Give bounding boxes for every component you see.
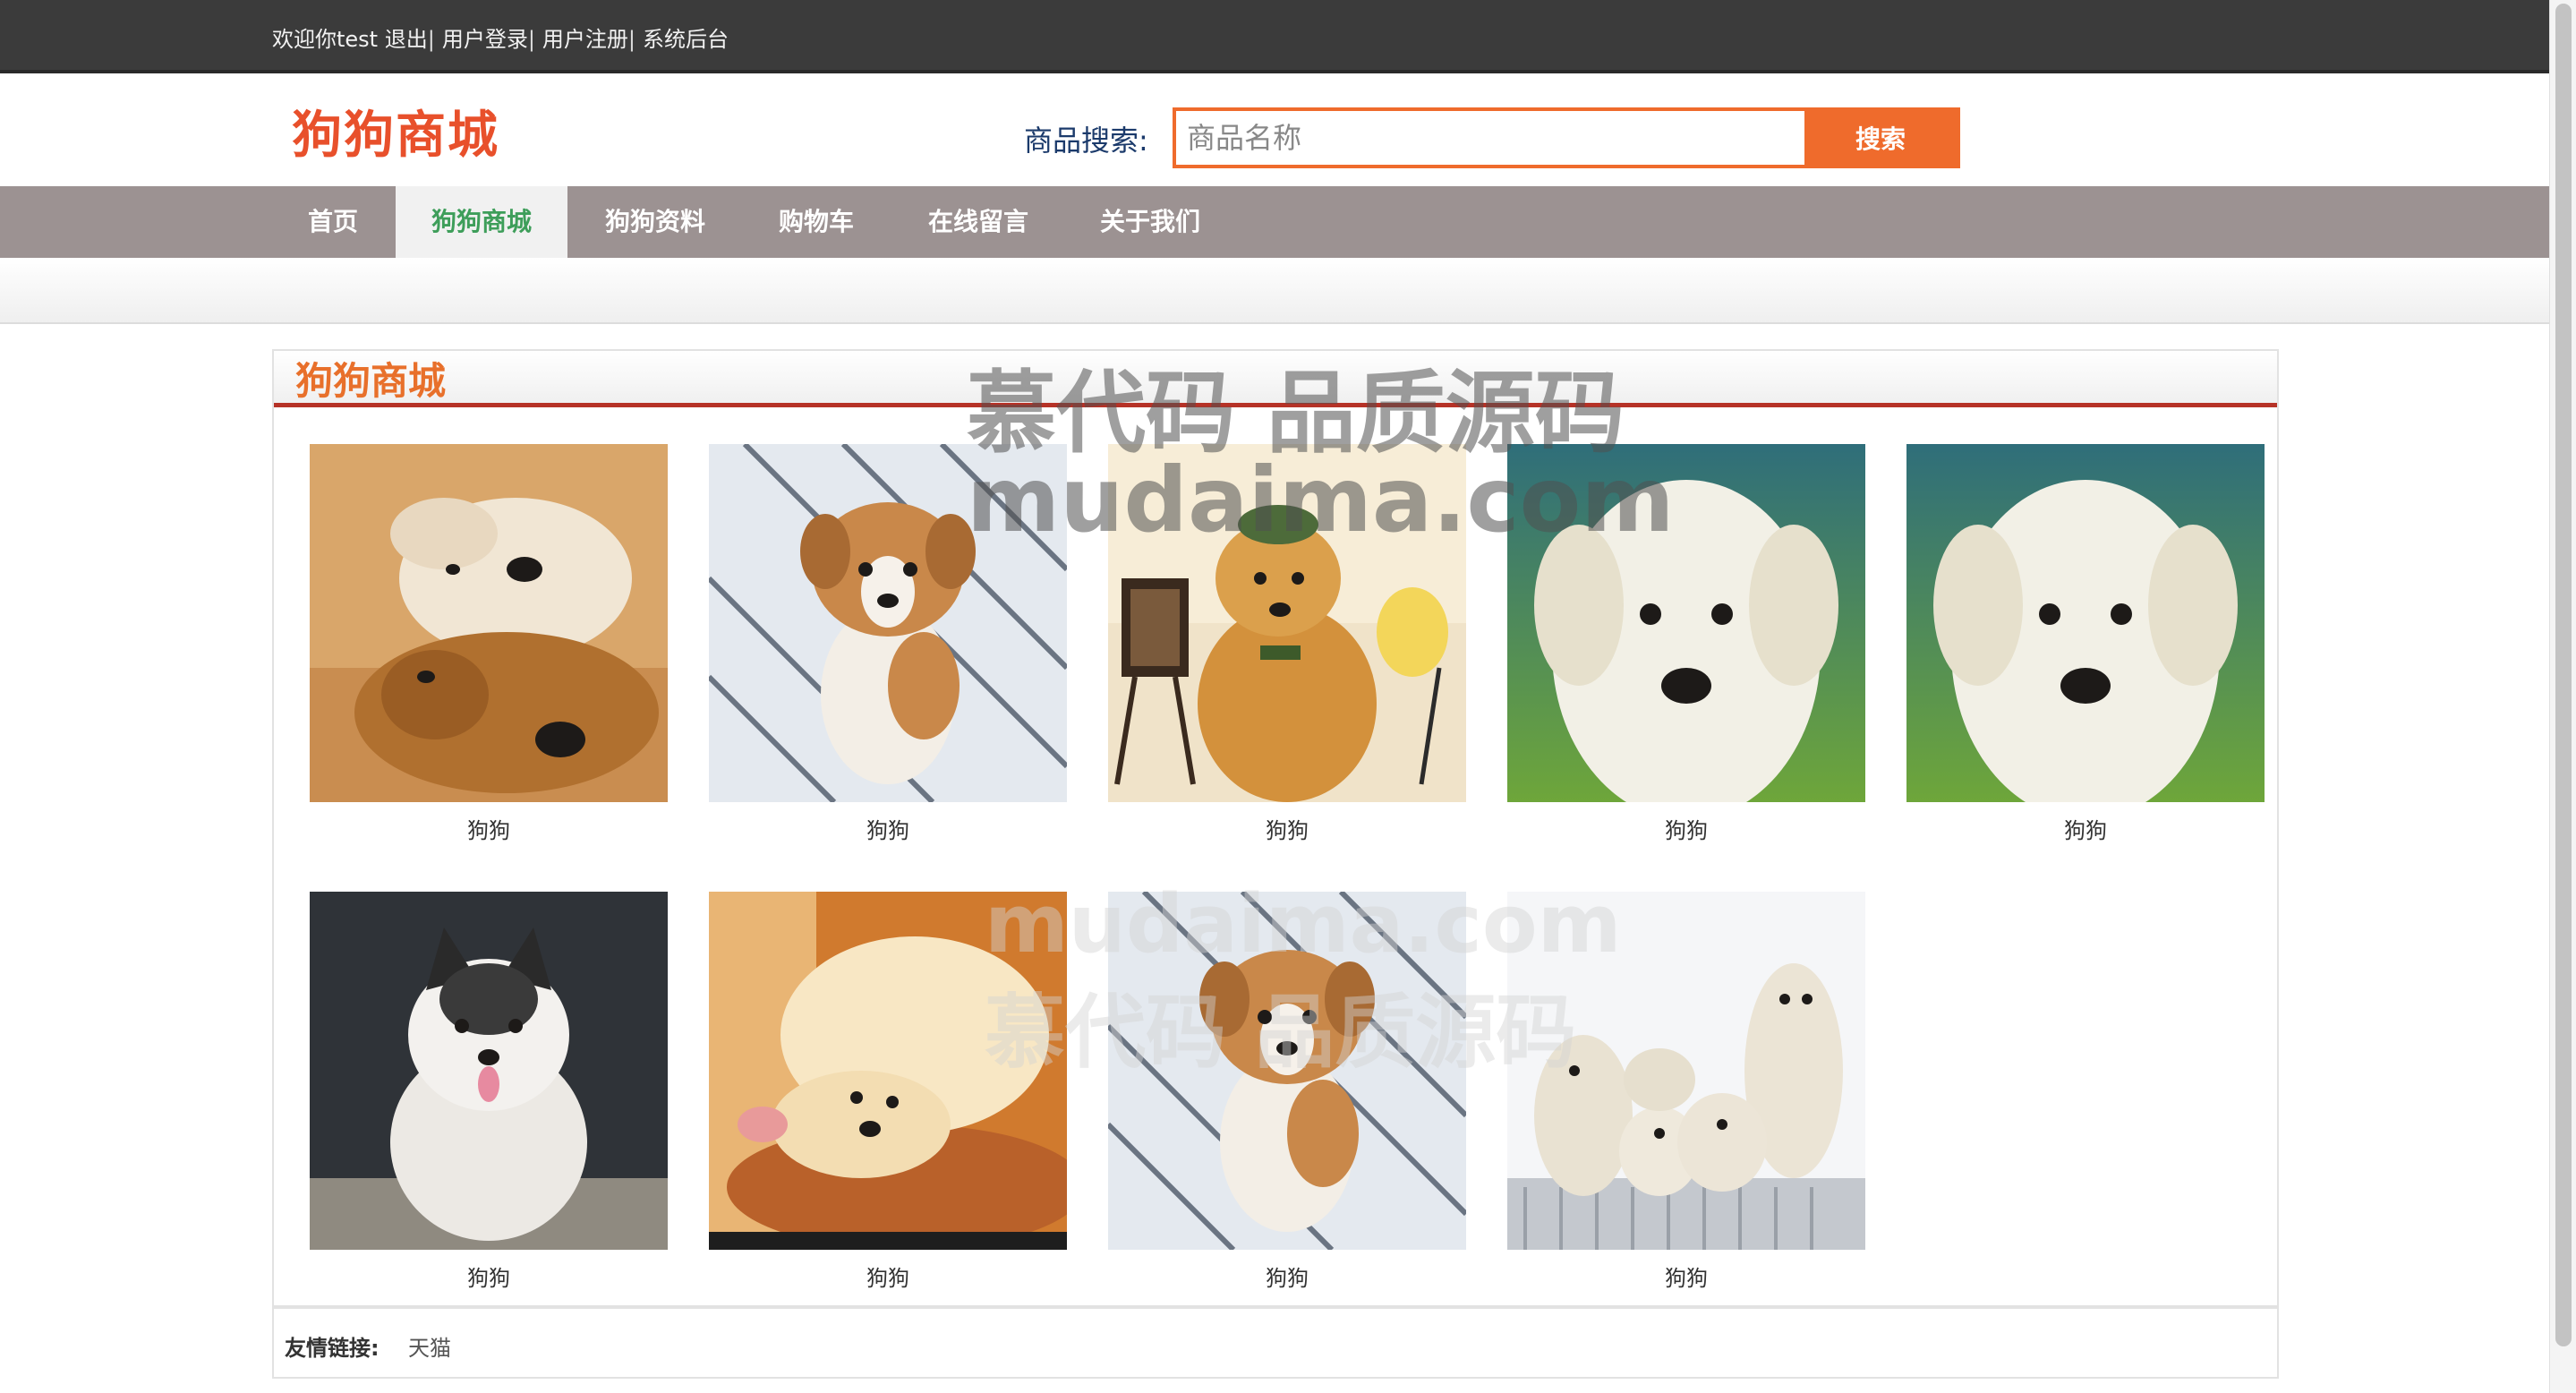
nav-item-home[interactable]: 首页 [290, 186, 376, 258]
scrollbar-thumb[interactable] [2555, 4, 2572, 1346]
product-section: 狗狗商城 狗狗 狗狗 狗狗 狗狗 狗狗 狗狗 狗狗 狗狗 狗狗 [272, 349, 2279, 1307]
separator: | [527, 27, 535, 52]
page-scrollbar[interactable] [2549, 0, 2576, 1393]
product-name[interactable]: 狗狗 [709, 1261, 1067, 1292]
product-image[interactable] [1906, 444, 2265, 802]
product-name[interactable]: 狗狗 [1906, 813, 2265, 844]
section-header: 狗狗商城 [274, 351, 2277, 407]
product-image[interactable] [1507, 892, 1865, 1250]
product-name[interactable]: 狗狗 [1507, 813, 1865, 844]
friend-links-box: 友情链接: 天猫 [272, 1307, 2279, 1379]
product-name[interactable]: 狗狗 [310, 1261, 668, 1292]
search-button[interactable]: 搜索 [1804, 111, 1957, 165]
nav-item-messages[interactable]: 在线留言 [911, 186, 1045, 258]
register-link[interactable]: 用户注册 [542, 27, 628, 52]
top-bar: 欢迎你test 退出| 用户登录| 用户注册| 系统后台 [0, 0, 2549, 73]
product-card[interactable]: 狗狗 [1108, 892, 1466, 1292]
product-name[interactable]: 狗狗 [1108, 813, 1466, 844]
welcome-text: 欢迎你test [272, 27, 379, 52]
nav-item-dog-info[interactable]: 狗狗资料 [591, 186, 720, 258]
login-link[interactable]: 用户登录 [442, 27, 528, 52]
product-image[interactable] [310, 444, 668, 802]
search-label: 商品搜索: [1024, 124, 1148, 158]
product-image[interactable] [1108, 892, 1466, 1250]
logout-link[interactable]: 退出 [385, 27, 428, 52]
product-image[interactable] [310, 892, 668, 1250]
site-logo[interactable]: 狗狗商城 [292, 95, 499, 167]
site-header: 狗狗商城 商品搜索: 搜索 [0, 73, 2549, 186]
product-image[interactable] [709, 892, 1067, 1250]
product-image[interactable] [1108, 444, 1466, 802]
nav-item-dog-mall[interactable]: 狗狗商城 [396, 186, 567, 258]
product-name[interactable]: 狗狗 [709, 813, 1067, 844]
separator: | [427, 27, 435, 52]
main-nav: 首页 狗狗商城 狗狗资料 购物车 在线留言 关于我们 [0, 186, 2549, 258]
top-bar-links: 欢迎你test 退出| 用户登录| 用户注册| 系统后台 [272, 21, 729, 53]
product-card[interactable]: 狗狗 [1507, 892, 1865, 1292]
product-name[interactable]: 狗狗 [310, 813, 668, 844]
product-card[interactable]: 狗狗 [709, 444, 1067, 844]
nav-item-cart[interactable]: 购物车 [759, 186, 874, 258]
product-card[interactable]: 狗狗 [310, 444, 668, 844]
product-image[interactable] [1507, 444, 1865, 802]
product-name[interactable]: 狗狗 [1108, 1261, 1466, 1292]
product-card[interactable]: 狗狗 [709, 892, 1067, 1292]
search-box: 搜索 [1173, 107, 1960, 168]
friend-link-tmall[interactable]: 天猫 [408, 1330, 451, 1362]
separator: | [627, 27, 636, 52]
product-image[interactable] [709, 444, 1067, 802]
sub-band [0, 258, 2549, 324]
product-card[interactable]: 狗狗 [1507, 444, 1865, 844]
nav-item-about[interactable]: 关于我们 [1083, 186, 1217, 258]
product-card[interactable]: 狗狗 [1108, 444, 1466, 844]
product-card[interactable]: 狗狗 [1906, 444, 2265, 844]
admin-link[interactable]: 系统后台 [643, 27, 729, 52]
section-title: 狗狗商城 [295, 359, 447, 403]
search-input[interactable] [1176, 111, 1803, 165]
product-name[interactable]: 狗狗 [1507, 1261, 1865, 1292]
friend-links-label: 友情链接: [285, 1336, 380, 1361]
product-card[interactable]: 狗狗 [310, 892, 668, 1292]
